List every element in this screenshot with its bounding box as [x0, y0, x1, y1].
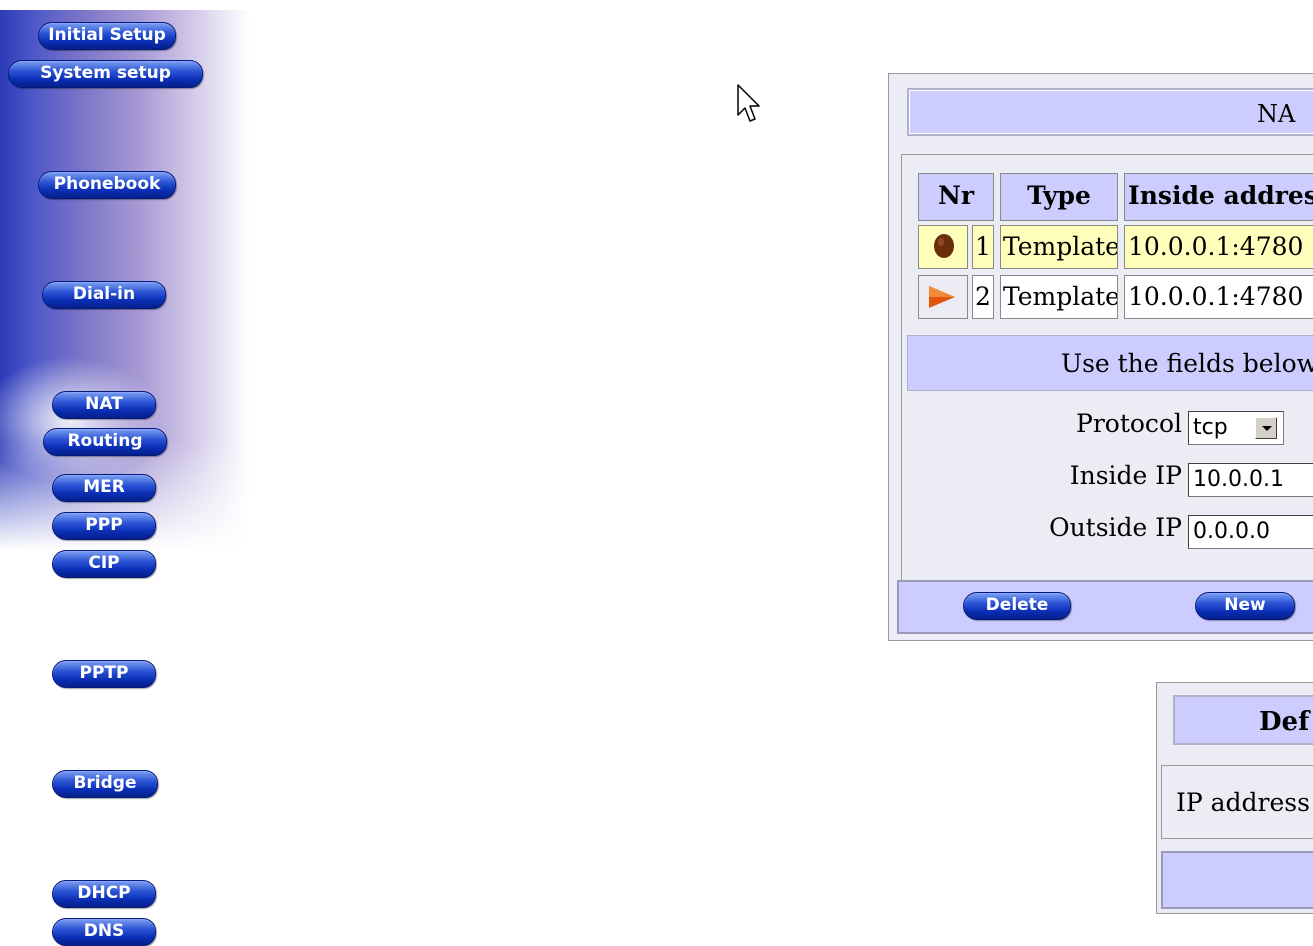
column-header-inside-address: Inside addres — [1124, 173, 1313, 221]
nav-ppp-button[interactable]: PPP — [52, 512, 156, 540]
nat-table-area: Nr Type Inside addres 1 Template 10.0.0.… — [901, 154, 1313, 586]
nav-initial-setup-button[interactable]: Initial Setup — [38, 22, 176, 50]
nat-panel: NA Nr Type Inside addres 1 Template 10.0… — [888, 73, 1313, 641]
inside-ip-input[interactable]: 10.0.0.1 — [1188, 463, 1313, 497]
table-row-1-type[interactable]: Template — [1000, 225, 1118, 269]
nav-phonebook-button[interactable]: Phonebook — [38, 171, 176, 199]
delete-button[interactable]: Delete — [963, 592, 1071, 620]
nav-mer-button[interactable]: MER — [52, 474, 156, 502]
table-row-2-inside[interactable]: 10.0.0.1:4780 — [1124, 275, 1313, 319]
mouse-cursor-icon — [737, 84, 760, 122]
nav-cip-button[interactable]: CIP — [52, 550, 156, 578]
outside-ip-input[interactable]: 0.0.0.0 — [1188, 515, 1313, 549]
default-panel-footer — [1161, 851, 1313, 909]
default-panel-title: Def — [1173, 695, 1313, 745]
action-button-bar: Delete New — [897, 580, 1313, 634]
nav-pptp-button[interactable]: PPTP — [52, 660, 156, 688]
outside-ip-label: Outside IP — [1049, 513, 1182, 542]
protocol-select[interactable]: tcp — [1188, 411, 1284, 445]
table-row-1-inside[interactable]: 10.0.0.1:4780 — [1124, 225, 1313, 269]
arrow-right-icon — [929, 286, 955, 308]
column-header-nr: Nr — [918, 173, 994, 221]
table-row-2-icon-cell[interactable] — [918, 275, 968, 319]
nav-system-setup-button[interactable]: System setup — [8, 60, 203, 88]
table-row-2-type[interactable]: Template — [1000, 275, 1118, 319]
default-panel-body: IP address — [1161, 765, 1313, 839]
table-row-2-nr[interactable]: 2 — [972, 275, 994, 319]
protocol-select-value: tcp — [1193, 415, 1228, 440]
ip-address-label: IP address — [1176, 788, 1310, 817]
table-row-1-nr[interactable]: 1 — [972, 225, 994, 269]
nav-routing-button[interactable]: Routing — [43, 428, 167, 456]
nav-bridge-button[interactable]: Bridge — [52, 770, 158, 798]
inside-ip-label: Inside IP — [1069, 461, 1182, 490]
default-panel: Def IP address — [1156, 682, 1313, 914]
nav-dial-in-button[interactable]: Dial-in — [42, 281, 166, 309]
circle-icon — [934, 234, 954, 258]
info-bar: Use the fields below — [907, 335, 1313, 391]
table-row-1-icon-cell[interactable] — [918, 225, 968, 269]
nav-dhcp-button[interactable]: DHCP — [52, 880, 156, 908]
column-header-type: Type — [1000, 173, 1118, 221]
nav-dns-button[interactable]: DNS — [52, 918, 156, 946]
new-button[interactable]: New — [1195, 592, 1295, 620]
chevron-down-icon[interactable] — [1255, 417, 1277, 439]
protocol-label: Protocol — [1076, 409, 1182, 438]
nav-background — [0, 10, 250, 550]
nat-panel-title: NA — [907, 88, 1313, 136]
nav-nat-button[interactable]: NAT — [52, 391, 156, 419]
